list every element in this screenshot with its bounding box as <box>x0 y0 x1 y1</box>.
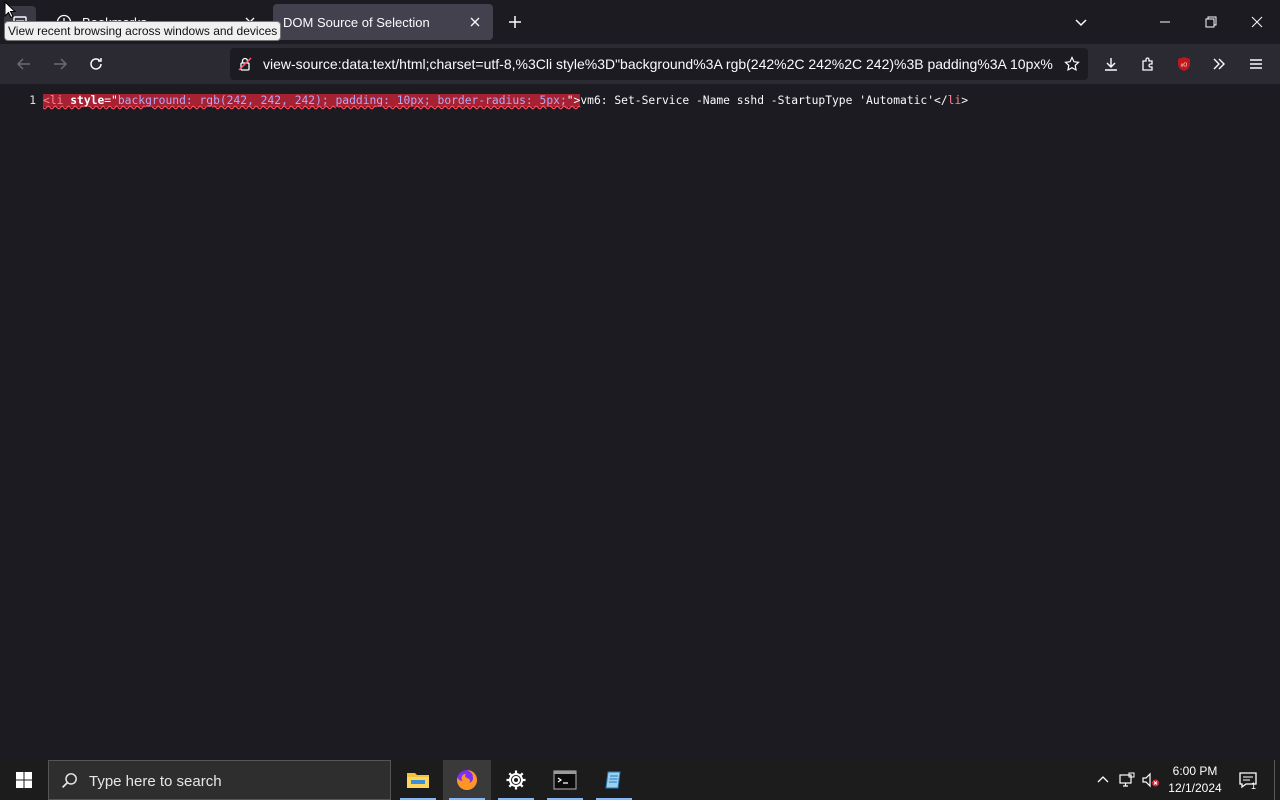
taskbar-search-box[interactable]: Type here to search <box>48 760 391 800</box>
bookmark-star-icon[interactable] <box>1064 56 1080 72</box>
tag-name: li <box>49 94 64 107</box>
page-info-icon[interactable] <box>237 56 253 72</box>
view-source-content: 1 <li style="background: rgb(242, 242, 2… <box>0 84 1280 760</box>
forward-button[interactable] <box>44 48 76 80</box>
restore-button[interactable] <box>1188 0 1234 44</box>
notepad-icon <box>605 771 621 789</box>
tooltip: View recent browsing across windows and … <box>4 21 282 41</box>
close-tag-name: li <box>947 94 962 107</box>
ublock-origin-icon: uO <box>1178 57 1190 71</box>
notification-count: 1 <box>1251 781 1257 791</box>
clock-date: 12/1/2024 <box>1168 781 1222 795</box>
back-button[interactable] <box>8 48 40 80</box>
double-chevron-right-icon <box>1213 58 1225 70</box>
forward-arrow-icon <box>54 58 68 70</box>
folder-icon <box>407 773 429 788</box>
source-error-highlight: <li style="background: rgb(242, 242, 242… <box>43 94 581 107</box>
mouse-cursor-icon <box>4 1 16 19</box>
show-hidden-icons-button[interactable] <box>1092 760 1114 800</box>
firefox-icon <box>457 770 477 790</box>
chevron-down-icon <box>1075 19 1087 27</box>
gear-icon <box>506 770 526 790</box>
hamburger-menu-icon <box>1250 59 1262 69</box>
action-center-button[interactable]: 1 <box>1234 760 1262 800</box>
attribute-close: "> <box>566 94 581 107</box>
attribute-equals: =" <box>104 94 118 107</box>
search-placeholder: Type here to search <box>89 773 222 790</box>
back-arrow-icon <box>16 58 30 70</box>
minimize-button[interactable] <box>1142 0 1188 44</box>
close-tab-icon[interactable] <box>467 14 483 30</box>
restore-icon <box>1205 16 1217 28</box>
volume-muted-icon <box>1142 772 1159 788</box>
tab-dom-source[interactable]: DOM Source of Selection <box>273 4 493 40</box>
list-all-tabs-button[interactable] <box>1066 6 1096 38</box>
taskbar-notepad[interactable] <box>590 760 638 800</box>
attribute-value: background: rgb(242, 242, 242); padding:… <box>117 94 567 107</box>
ublock-button[interactable]: uO <box>1169 48 1199 80</box>
element-text: vm6: Set-Service -Name sshd -StartupType… <box>580 94 935 107</box>
taskbar-file-explorer[interactable] <box>394 760 442 800</box>
plus-icon <box>509 16 521 28</box>
url-text[interactable]: view-source:data:text/html;charset=utf-8… <box>263 56 1053 72</box>
taskbar-firefox[interactable] <box>443 760 491 800</box>
taskbar-terminal[interactable] <box>541 760 589 800</box>
taskbar-clock[interactable]: 6:00 PM 12/1/2024 <box>1162 763 1228 797</box>
more-tools-button[interactable] <box>1204 48 1234 80</box>
line-number: 1 <box>29 94 36 107</box>
close-window-button[interactable] <box>1234 0 1280 44</box>
reload-icon <box>90 58 102 70</box>
taskbar: Type here to search 6:00 PM 12/1/2024 1 <box>0 760 1280 800</box>
reload-button[interactable] <box>80 48 112 80</box>
svg-text:uO: uO <box>1181 63 1188 69</box>
network-icon <box>1119 772 1135 787</box>
show-desktop-button[interactable] <box>1274 760 1275 800</box>
source-line: <li style="background: rgb(242, 242, 242… <box>43 94 968 107</box>
tag-open-bracket: < <box>43 94 50 107</box>
chevron-up-icon <box>1097 776 1109 783</box>
start-button[interactable] <box>0 760 48 800</box>
taskbar-settings[interactable] <box>492 760 540 800</box>
navigation-toolbar: view-source:data:text/html;charset=utf-8… <box>0 44 1280 84</box>
terminal-icon <box>553 770 577 790</box>
windows-logo-icon <box>16 772 32 788</box>
new-tab-button[interactable] <box>500 6 530 38</box>
volume-button[interactable] <box>1140 760 1162 800</box>
downloads-button[interactable] <box>1096 48 1126 80</box>
attribute-name: style <box>70 94 105 107</box>
puzzle-icon <box>1142 57 1153 71</box>
minimize-icon <box>1160 21 1170 23</box>
download-icon <box>1105 58 1117 71</box>
search-icon <box>61 773 77 789</box>
network-button[interactable] <box>1116 760 1138 800</box>
tab-title: DOM Source of Selection <box>283 14 430 30</box>
close-tag-open: </ <box>934 94 948 107</box>
app-menu-button[interactable] <box>1241 48 1271 80</box>
clock-time: 6:00 PM <box>1172 764 1218 778</box>
close-tag-end: > <box>961 94 969 107</box>
close-icon <box>1251 16 1263 28</box>
extensions-button[interactable] <box>1133 48 1163 80</box>
url-bar[interactable]: view-source:data:text/html;charset=utf-8… <box>230 48 1088 80</box>
